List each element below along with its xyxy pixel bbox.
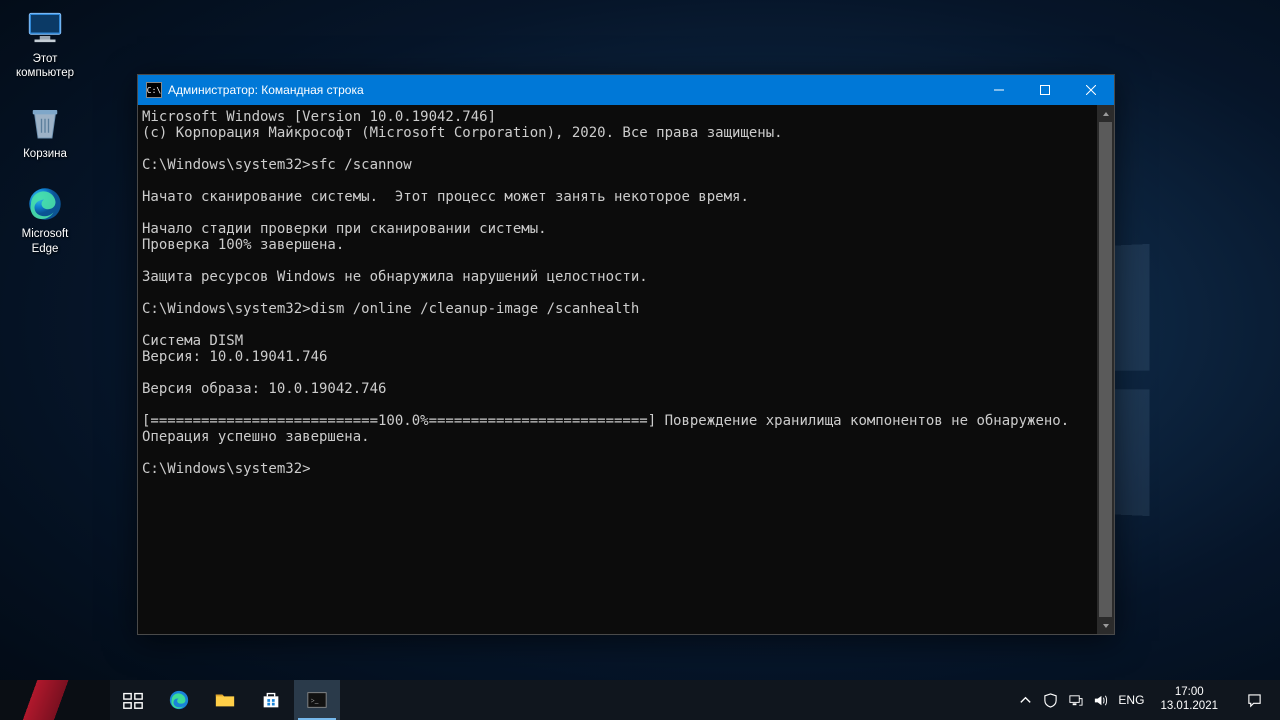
- svg-text:>_: >_: [311, 696, 319, 705]
- window-titlebar[interactable]: C:\ Администратор: Командная строка: [138, 75, 1114, 105]
- this-pc-icon: [24, 8, 66, 50]
- scroll-down-arrow[interactable]: [1097, 617, 1114, 634]
- close-button[interactable]: [1068, 75, 1114, 105]
- desktop-icon-label: Этоткомпьютер: [16, 52, 74, 81]
- cmd-output[interactable]: Microsoft Windows [Version 10.0.19042.74…: [138, 105, 1097, 634]
- tray-volume-icon[interactable]: [1093, 693, 1108, 708]
- task-view-button[interactable]: [110, 680, 156, 720]
- tray-language[interactable]: ENG: [1118, 693, 1144, 707]
- cmd-window: C:\ Администратор: Командная строка Micr…: [137, 74, 1115, 635]
- tray-action-center-icon[interactable]: [1234, 680, 1274, 720]
- taskbar-file-explorer[interactable]: [202, 680, 248, 720]
- recycle-bin-icon: [24, 103, 66, 145]
- tray-date: 13.01.2021: [1160, 700, 1218, 714]
- edge-icon: [24, 183, 66, 225]
- taskbar: >_ ENG 17:00 13.01.2021: [0, 680, 1280, 720]
- cmd-titlebar-icon: C:\: [146, 82, 162, 98]
- tray-clock[interactable]: 17:00 13.01.2021: [1154, 686, 1224, 714]
- system-tray: ENG 17:00 13.01.2021: [1012, 680, 1280, 720]
- maximize-button[interactable]: [1022, 75, 1068, 105]
- taskbar-edge[interactable]: [156, 680, 202, 720]
- scroll-up-arrow[interactable]: [1097, 105, 1114, 122]
- minimize-button[interactable]: [976, 75, 1022, 105]
- tray-security-icon[interactable]: [1043, 693, 1058, 708]
- start-button[interactable]: [0, 680, 110, 720]
- cmd-scrollbar[interactable]: [1097, 105, 1114, 634]
- tray-time: 17:00: [1160, 686, 1218, 700]
- desktop-icon-edge[interactable]: MicrosoftEdge: [8, 181, 82, 258]
- desktop-icon-label: MicrosoftEdge: [22, 227, 69, 256]
- window-title: Администратор: Командная строка: [168, 83, 976, 97]
- taskbar-store[interactable]: [248, 680, 294, 720]
- desktop-icon-this-pc[interactable]: Этоткомпьютер: [8, 6, 82, 83]
- taskbar-cmd[interactable]: >_: [294, 680, 340, 720]
- desktop-icon-recycle-bin[interactable]: Корзина: [8, 101, 82, 163]
- scroll-thumb[interactable]: [1099, 122, 1112, 617]
- desktop-icons: Этоткомпьютер Корзина MicrosoftEdge: [8, 6, 82, 258]
- tray-chevron-up-icon[interactable]: [1018, 693, 1033, 708]
- tray-network-icon[interactable]: [1068, 693, 1083, 708]
- desktop-icon-label: Корзина: [23, 147, 67, 161]
